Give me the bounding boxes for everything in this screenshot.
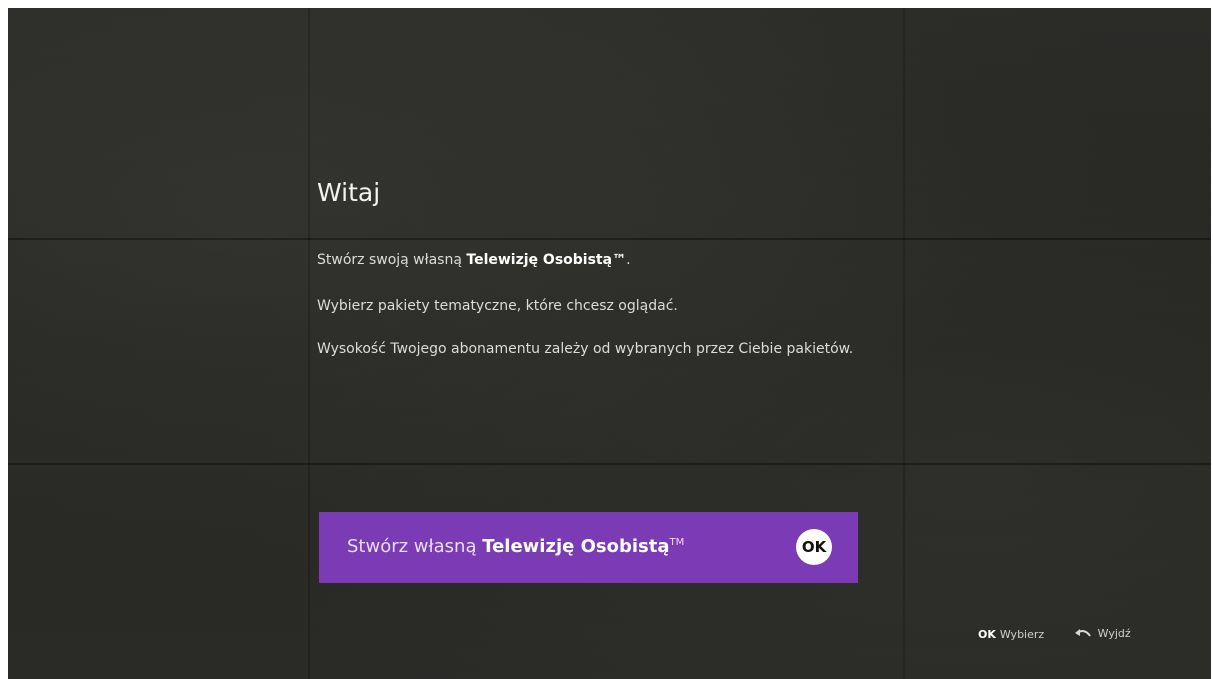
hint-exit: Wyjdź: [1074, 627, 1131, 641]
background-seam: [308, 8, 310, 679]
tv-screen: Witaj Stwórz swoją własną Telewizję Osob…: [8, 8, 1211, 679]
intro-line-suffix: .: [626, 252, 631, 268]
cta-label-brand: Telewizję Osobistą: [482, 536, 670, 557]
create-personal-tv-button[interactable]: Stwórz własną Telewizję OsobistąTM OK: [319, 512, 858, 583]
intro-line-brand: Telewizję Osobistą™: [466, 252, 627, 268]
hint-select: OK Wybierz: [978, 628, 1044, 641]
cta-label-tm: TM: [669, 537, 685, 548]
hint-select-label: Wybierz: [999, 627, 1045, 641]
intro-line-subscription: Wysokość Twojego abonamentu zależy od wy…: [317, 341, 854, 357]
cta-label-prefix: Stwórz własną: [347, 536, 483, 557]
background-seam: [8, 238, 1211, 240]
ok-button-icon: OK: [796, 529, 832, 565]
intro-line-prefix: Stwórz swoją własną: [317, 252, 467, 268]
background-seam: [8, 463, 1211, 465]
intro-line-packages: Wybierz pakiety tematyczne, które chcesz…: [317, 298, 678, 314]
cta-label: Stwórz własną Telewizję OsobistąTM: [347, 536, 684, 557]
page-title: Witaj: [317, 178, 381, 207]
hint-exit-label: Wyjdź: [1097, 627, 1131, 641]
background-seam: [903, 8, 905, 679]
back-arrow-icon: [1074, 628, 1092, 641]
remote-hints-bar: OK Wybierz Wyjdź: [978, 627, 1131, 641]
ok-key-icon: OK: [978, 627, 996, 641]
intro-line-personal-tv: Stwórz swoją własną Telewizję Osobistą™.: [317, 252, 631, 268]
